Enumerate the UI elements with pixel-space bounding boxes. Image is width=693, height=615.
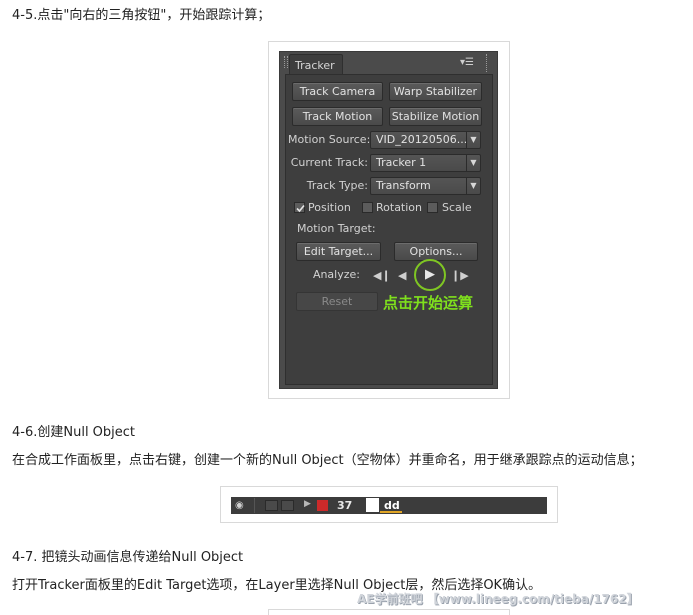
track-motion-button[interactable]: Track Motion [292,107,383,126]
panel-menu-icon[interactable]: ▾☰ [460,57,478,69]
chevron-down-icon: ▼ [466,155,480,171]
stabilize-motion-button[interactable]: Stabilize Motion [389,107,482,126]
step-4-5-heading: 4-5.点击"向右的三角按钮"，开始跟踪计算； [12,8,271,23]
step-4-6-description: 在合成工作面板里，点击右键，创建一个新的Null Object（空物体）并重命名… [12,453,643,468]
analyze-backward-one-frame-icon[interactable]: ◀❙ [373,269,391,283]
tracker-tab[interactable]: Tracker× [289,54,343,85]
analyze-forward-one-frame-icon[interactable]: ❙▶ [451,269,469,283]
expand-triangle-icon[interactable]: ▶ [304,499,311,509]
column-divider [254,498,255,513]
rotation-label: Rotation [376,201,423,214]
layer-number: 37 [337,499,353,512]
scale-label: Scale [442,201,472,214]
current-track-label: Current Track: [290,156,368,169]
analyze-backward-icon[interactable]: ◀ [398,269,406,283]
chevron-down-icon: ▼ [466,178,480,194]
null-layer-icon [366,498,379,512]
eye-icon[interactable]: ◉ [235,500,249,511]
next-figure-frame [268,609,510,615]
track-type-label: Track Type: [306,179,368,192]
audio-switch[interactable] [265,500,278,511]
checkmark-icon [296,204,305,213]
current-track-value: Tracker 1 [376,156,427,169]
options-button[interactable]: Options... [394,242,478,261]
motion-source-select[interactable]: VID_20120506... ▼ [370,131,481,149]
track-camera-button[interactable]: Track Camera [292,82,383,101]
solo-switch[interactable] [281,500,294,511]
warp-stabilizer-button[interactable]: Warp Stabilizer [389,82,482,101]
motion-source-value: VID_20120506... [376,133,468,146]
rotation-checkbox[interactable] [362,202,373,213]
motion-target-label: Motion Target: [297,222,376,235]
scale-checkbox[interactable] [427,202,438,213]
current-track-select[interactable]: Tracker 1 ▼ [370,154,481,172]
position-checkbox[interactable] [294,202,305,213]
step-4-7-heading: 4-7. 把镜头动画信息传递给Null Object [12,550,244,565]
panel-resize-handle[interactable] [486,54,495,72]
edit-target-button[interactable]: Edit Target... [296,242,381,261]
track-type-value: Transform [376,179,431,192]
layer-name: dd [384,499,400,512]
track-type-select[interactable]: Transform ▼ [370,177,481,195]
highlight-ring [414,259,446,291]
analyze-label: Analyze: [312,268,360,281]
watermark: AE学前班吧 【www.lineeg.com/tieba/1762】 [357,592,639,606]
tracker-tab-label: Tracker [295,59,335,72]
reset-button[interactable]: Reset [296,292,378,311]
motion-source-label: Motion Source: [288,133,371,146]
position-label: Position [308,201,351,214]
chevron-down-icon: ▼ [466,132,480,148]
label-color-swatch[interactable] [317,500,328,511]
step-4-6-heading: 4-6.创建Null Object [12,425,136,440]
panel-grip-icon[interactable] [284,56,288,68]
click-to-start-annotation: 点击开始运算 [383,294,474,312]
